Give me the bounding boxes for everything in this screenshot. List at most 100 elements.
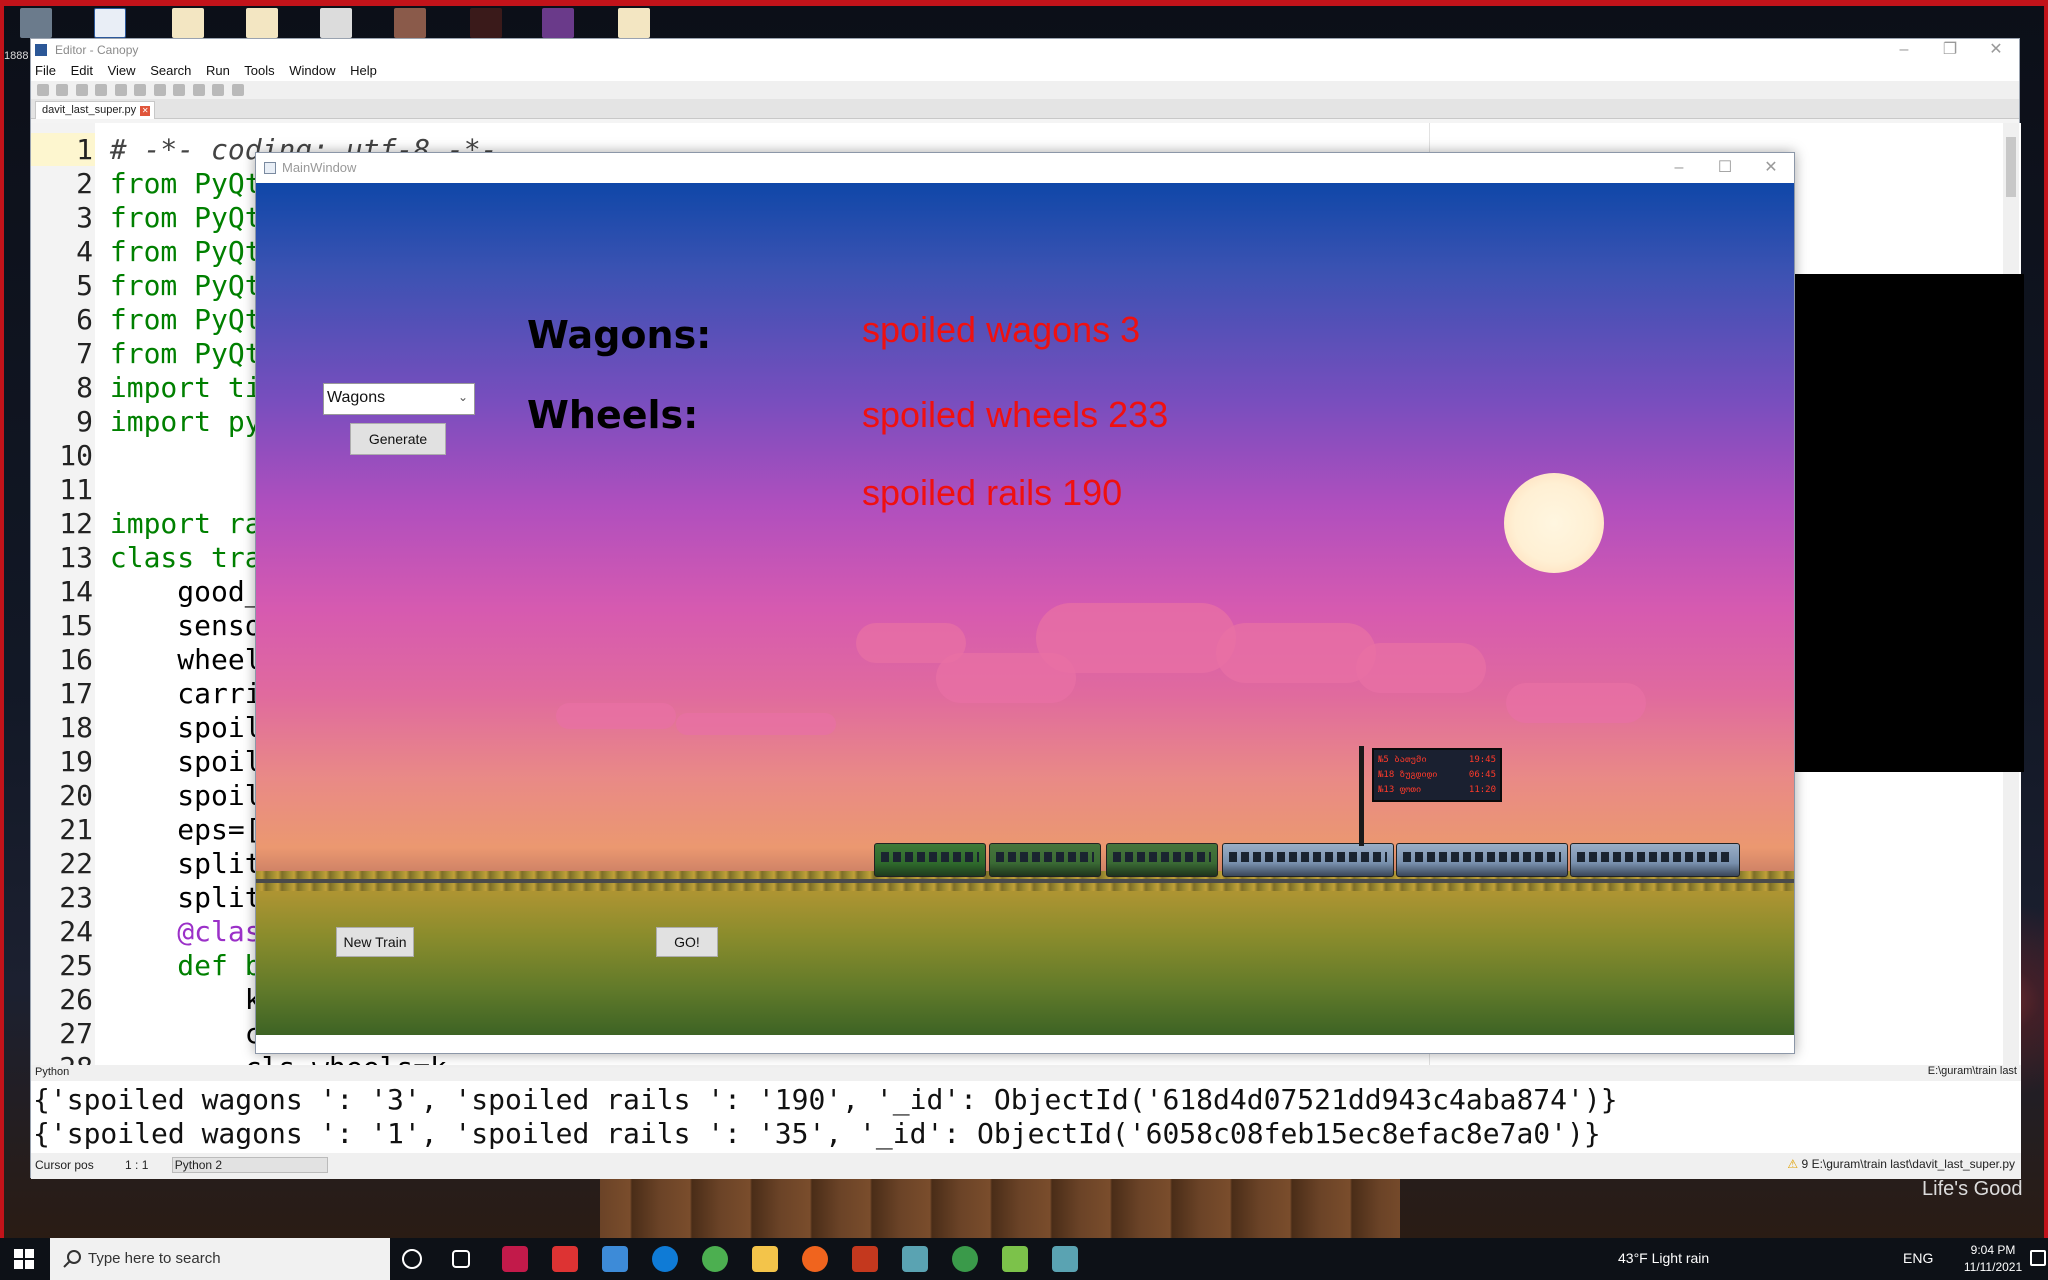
combobox-value: Wagons: [327, 389, 386, 406]
language-indicator[interactable]: ENG: [1903, 1250, 1933, 1266]
chevron-down-icon: ⌄: [457, 390, 468, 404]
category-combobox[interactable]: Wagons ⌄: [323, 383, 475, 415]
code-line: 8 import ti: [76, 371, 262, 404]
taskbar-app-6[interactable]: [952, 1246, 978, 1272]
edge-icon[interactable]: [652, 1246, 678, 1272]
desktop-border-right: [2044, 0, 2048, 1238]
paste-icon[interactable]: [173, 84, 186, 96]
notifications-icon[interactable]: [2030, 1250, 2046, 1266]
taskbar-app-7[interactable]: [1002, 1246, 1028, 1272]
main-window-close-button[interactable]: ✕: [1748, 157, 1794, 179]
sunset-train-scene: №5 ბათუმი 19:45 №18 ზუგდიდი 06:45 №13 ფოთი…: [256, 183, 1794, 1035]
departure-board: №5 ბათუმი 19:45 №18 ზუგდიდი 06:45 №13 ფოთი…: [1372, 748, 1502, 802]
menu-run[interactable]: Run: [206, 63, 230, 78]
menu-tools[interactable]: Tools: [244, 63, 274, 78]
board-row: №13 ფოთი 11:20: [1378, 785, 1496, 795]
cloud: [1036, 603, 1236, 673]
taskbar-app-5[interactable]: [902, 1246, 928, 1272]
canopy-close-button[interactable]: ✕: [1973, 39, 2019, 61]
powerpoint-icon[interactable]: [852, 1246, 878, 1272]
editor-tabbar: davit_last_super.py ✕: [31, 99, 2019, 119]
cortana-icon[interactable]: [402, 1249, 422, 1269]
go-button[interactable]: GO!: [656, 927, 718, 957]
taskbar-search-box[interactable]: Type here to search: [50, 1238, 390, 1280]
open-file-icon[interactable]: [56, 84, 69, 96]
file-explorer-icon[interactable]: [752, 1246, 778, 1272]
weather-widget[interactable]: 43°F Light rain: [1618, 1250, 1709, 1266]
desktop-icon-photo[interactable]: [394, 8, 426, 38]
editor-status-bar: Python E:\guram\train last: [31, 1065, 2021, 1081]
task-view-icon[interactable]: [452, 1250, 470, 1268]
copy-icon[interactable]: [153, 84, 166, 96]
code-line: 2 from PyQt: [76, 167, 262, 200]
status-directory[interactable]: E:\guram\train last: [1928, 1065, 2017, 1077]
main-window: MainWindow – ☐ ✕ №5 ბათუმი 19:45 №18 ზუგდ…: [255, 152, 1795, 1054]
windows-taskbar: Type here to search 43°F Light rain ENG …: [0, 1238, 2048, 1280]
menu-file[interactable]: File: [35, 63, 56, 78]
spoiled-wagons-text: spoiled wagons 3: [862, 309, 1141, 350]
canopy-menubar: File Edit View Search Run Tools Window H…: [31, 61, 2019, 81]
start-button[interactable]: [14, 1249, 34, 1269]
desktop-icon-winrar[interactable]: [542, 8, 574, 38]
desktop-icon-pdf[interactable]: [172, 8, 204, 38]
console-line: {'spoiled wagons ': '3', 'spoiled rails …: [33, 1083, 1618, 1116]
run-icon[interactable]: [192, 84, 205, 96]
taskbar-app-8[interactable]: [1052, 1246, 1078, 1272]
editor-tab-davit-last-super[interactable]: davit_last_super.py ✕: [35, 101, 156, 119]
tab-close-icon[interactable]: ✕: [140, 106, 151, 116]
wagons-label: Wagons:: [527, 313, 712, 357]
cut-icon[interactable]: [134, 84, 147, 96]
desktop-border-top: [0, 0, 2048, 6]
canopy-title: Editor - Canopy: [55, 43, 139, 57]
desktop-icon-game[interactable]: [470, 8, 502, 38]
new-train-button[interactable]: New Train: [336, 927, 414, 957]
save-icon[interactable]: [75, 84, 88, 96]
debug-icon[interactable]: [212, 84, 225, 96]
interpreter-select[interactable]: Python 2: [171, 1157, 328, 1173]
code-line: 14 good_w: [59, 575, 279, 608]
canopy-restore-button[interactable]: ❐: [1927, 39, 1973, 61]
code-line: 27 c=: [59, 1017, 279, 1050]
desktop-icon-folder[interactable]: [618, 8, 650, 38]
editor-tab-label: davit_last_super.py: [42, 104, 137, 116]
undo-icon[interactable]: [95, 84, 108, 96]
menu-window[interactable]: Window: [289, 63, 335, 78]
taskbar-app-3[interactable]: [602, 1246, 628, 1272]
taskbar-app-4[interactable]: [802, 1246, 828, 1272]
canopy-bottom-bar: Cursor pos 1 : 1 Python 2 ⚠ 9 E:\guram\t…: [31, 1153, 2021, 1179]
redo-icon[interactable]: [114, 84, 127, 96]
code-line: 17 carria: [59, 677, 279, 710]
desktop-icon-word[interactable]: [94, 8, 126, 38]
taskbar-app-2[interactable]: [552, 1246, 578, 1272]
stop-icon[interactable]: [231, 84, 244, 96]
canopy-titlebar[interactable]: Editor - Canopy – ❐ ✕: [31, 39, 2019, 61]
main-window-maximize-button[interactable]: ☐: [1702, 157, 1748, 179]
python-console[interactable]: {'spoiled wagons ': '3', 'spoiled rails …: [31, 1081, 2021, 1153]
main-window-minimize-button[interactable]: –: [1656, 157, 1702, 179]
generate-button[interactable]: Generate: [350, 423, 446, 455]
new-file-icon[interactable]: [37, 84, 49, 96]
menu-edit[interactable]: Edit: [71, 63, 93, 78]
train-wagon: [1570, 843, 1740, 877]
desktop-side-label: 1888: [4, 50, 29, 62]
desktop-icon-doc[interactable]: [246, 8, 278, 38]
desktop-icon-settings[interactable]: [320, 8, 352, 38]
taskbar-app-1[interactable]: [502, 1246, 528, 1272]
code-line: 21 eps=[@: [59, 813, 279, 846]
menu-help[interactable]: Help: [350, 63, 377, 78]
menu-view[interactable]: View: [108, 63, 136, 78]
search-icon: [63, 1250, 81, 1268]
desktop-border-left: [0, 0, 4, 1238]
cloud: [556, 703, 676, 729]
search-placeholder: Type here to search: [88, 1250, 221, 1267]
main-window-titlebar[interactable]: MainWindow – ☐ ✕: [256, 153, 1794, 183]
code-line: 5 from PyQt: [76, 269, 262, 302]
menu-search[interactable]: Search: [150, 63, 191, 78]
cloud: [1216, 623, 1376, 683]
scrollbar-thumb[interactable]: [2006, 137, 2016, 197]
canopy-minimize-button[interactable]: –: [1881, 39, 1927, 61]
desktop-icon-user[interactable]: [20, 8, 52, 38]
taskbar-clock[interactable]: 9:04 PM 11/11/2021: [1958, 1242, 2028, 1276]
chrome-icon[interactable]: [702, 1246, 728, 1272]
code-line: 4 from PyQt: [76, 235, 262, 268]
